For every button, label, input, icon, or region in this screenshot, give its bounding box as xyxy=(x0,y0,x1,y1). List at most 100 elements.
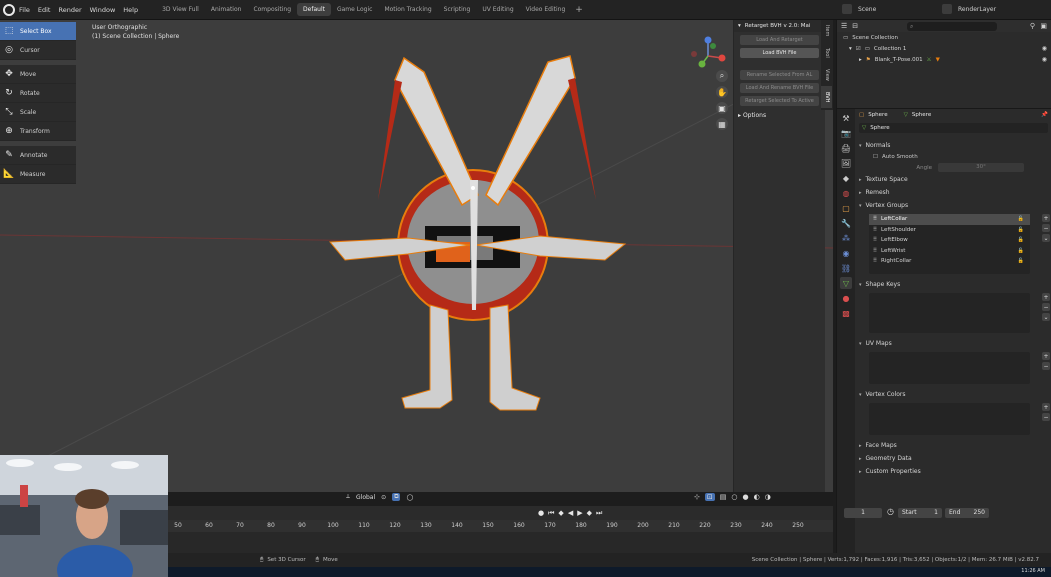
display-mode-icon[interactable]: ⊟ xyxy=(852,22,858,30)
tab-scripting[interactable]: Scripting xyxy=(438,3,477,16)
outliner-row[interactable]: ▭ Scene Collection xyxy=(837,32,1051,43)
end-frame-field[interactable]: End 250 xyxy=(945,508,989,518)
checkbox-icon[interactable]: ☐ xyxy=(873,154,878,160)
blender-logo-icon[interactable] xyxy=(3,3,15,16)
retarget-selected-button[interactable]: Retarget Selected To Active xyxy=(740,96,819,106)
tool-scale[interactable]: ⤡ Scale xyxy=(0,103,76,122)
menu-file[interactable]: File xyxy=(19,6,30,14)
remove-icon[interactable]: − xyxy=(1042,303,1050,311)
view-layer-tab-icon[interactable]: 🖼 xyxy=(840,157,852,169)
pivot-icon[interactable]: ⊙ xyxy=(381,494,386,501)
tool-annotate[interactable]: ✎ Annotate xyxy=(0,146,76,165)
rename-selected-button[interactable]: Rename Selected From AL xyxy=(740,70,819,80)
add-workspace-icon[interactable]: + xyxy=(571,5,587,15)
texture-space-section[interactable]: ▸ Texture Space xyxy=(855,173,1051,186)
material-shading-icon[interactable]: ◐ xyxy=(754,493,760,501)
bone-left-leg[interactable] xyxy=(401,304,453,409)
3d-cursor-icon[interactable] xyxy=(471,186,475,190)
clock-icon[interactable]: ◷ xyxy=(887,507,894,516)
scene-name[interactable]: Scene xyxy=(858,6,876,13)
chevron-down-icon[interactable]: ⌄ xyxy=(1042,313,1050,321)
tab-motion-tracking[interactable]: Motion Tracking xyxy=(378,3,437,16)
mesh-data-tab-icon[interactable]: ▽ xyxy=(840,277,852,289)
remove-icon[interactable]: − xyxy=(1042,224,1050,232)
angle-field[interactable]: 30° xyxy=(938,163,1024,172)
solid-shading-icon[interactable]: ● xyxy=(742,493,748,501)
scene-selector[interactable]: Scene xyxy=(842,4,876,14)
particles-tab-icon[interactable]: ⁂ xyxy=(840,232,852,244)
jump-start-icon[interactable]: ⏮ xyxy=(548,509,554,518)
visibility-eye-icon[interactable]: ◉ xyxy=(1042,45,1047,52)
material-tab-icon[interactable]: ● xyxy=(840,292,852,304)
viewport-scene[interactable] xyxy=(0,20,833,492)
new-collection-icon[interactable]: ▣ xyxy=(1040,22,1047,30)
bone-right-leg[interactable] xyxy=(489,304,541,411)
lock-icon[interactable]: 🔓 xyxy=(1018,216,1024,222)
mesh-datablock-field[interactable]: ▽ Sphere xyxy=(859,123,1048,133)
tab-game-logic[interactable]: Game Logic xyxy=(331,3,378,16)
tool-rotate[interactable]: ↻ Rotate xyxy=(0,84,76,103)
mesh-datablock-name[interactable]: Sphere xyxy=(870,125,889,131)
view-layer-name[interactable]: RenderLayer xyxy=(958,6,996,13)
auto-smooth-checkbox[interactable]: ☐ Auto Smooth xyxy=(855,152,1051,162)
zoom-icon[interactable]: ⌕ xyxy=(716,70,728,82)
vertex-colors-section[interactable]: ▾ Vertex Colors xyxy=(855,388,1051,401)
play-reverse-icon[interactable]: ◀ xyxy=(568,509,573,518)
timeline[interactable]: 50 60 70 80 90 100 110 120 130 140 150 160 170 180 190… xyxy=(168,520,833,553)
outliner-row[interactable]: ▾ ☑ ▭ Collection 1 ◉ xyxy=(837,43,1051,54)
menu-help[interactable]: Help xyxy=(123,6,138,14)
load-and-rename-button[interactable]: Load And Rename BVH File xyxy=(740,83,819,93)
normals-section[interactable]: ▾ Normals xyxy=(855,139,1051,152)
face-maps-section[interactable]: ▸ Face Maps xyxy=(855,439,1051,452)
3d-viewport[interactable]: User Orthographic (1) Scene Collection |… xyxy=(0,20,833,492)
add-icon[interactable]: + xyxy=(1042,293,1050,301)
tab-default[interactable]: Default xyxy=(297,3,331,16)
outliner-row[interactable]: ▸ ⚑ Blank_T-Pose.001 ⚔ ▼ ◉ xyxy=(837,54,1051,65)
tab-bvh[interactable]: BVH xyxy=(821,86,832,108)
play-icon[interactable]: ▶ xyxy=(577,509,582,518)
shape-keys-section[interactable]: ▾ Shape Keys xyxy=(855,278,1051,291)
lock-icon[interactable]: 🔓 xyxy=(1018,258,1024,264)
tab-compositing[interactable]: Compositing xyxy=(247,3,297,16)
add-icon[interactable]: + xyxy=(1042,352,1050,360)
pin-icon[interactable]: 📌 xyxy=(1041,112,1048,118)
start-frame-field[interactable]: Start 1 xyxy=(898,508,942,518)
list-item[interactable]: ⠿ LeftWrist 🔓 xyxy=(869,246,1030,257)
uv-maps-section[interactable]: ▾ UV Maps xyxy=(855,337,1051,350)
menu-edit[interactable]: Edit xyxy=(38,6,51,14)
custom-properties-section[interactable]: ▸ Custom Properties xyxy=(855,465,1051,478)
constraints-tab-icon[interactable]: ⛓ xyxy=(840,262,852,274)
list-item[interactable]: ⠿ LeftElbow 🔓 xyxy=(869,235,1030,246)
transform-orientation[interactable]: Global xyxy=(356,494,375,501)
ortho-grid-icon[interactable]: ▦ xyxy=(716,118,728,130)
list-item[interactable]: ⠿ LeftShoulder 🔓 xyxy=(869,225,1030,236)
tab-item[interactable]: Item xyxy=(821,20,832,42)
tool-select-box[interactable]: ⬚ Select Box xyxy=(0,22,76,41)
tool-transform[interactable]: ⊕ Transform xyxy=(0,122,76,141)
output-tab-icon[interactable]: 🖨 xyxy=(840,142,852,154)
load-and-retarget-button[interactable]: Load And Retarget xyxy=(740,35,819,45)
pan-hand-icon[interactable]: ✋ xyxy=(716,86,728,98)
tool-measure[interactable]: 📐 Measure xyxy=(0,165,76,184)
tool-cursor[interactable]: ◎ Cursor xyxy=(0,41,76,60)
addon-panel-header[interactable]: ▾ Retarget BVH v 2.0: Mai xyxy=(734,20,825,32)
tab-view[interactable]: View xyxy=(821,64,832,86)
wireframe-shading-icon[interactable]: ○ xyxy=(731,493,737,501)
prev-keyframe-icon[interactable]: ◆ xyxy=(558,509,563,518)
tab-animation[interactable]: Animation xyxy=(205,3,248,16)
overlay-toggle-icon[interactable]: ⊡ xyxy=(704,493,715,501)
bone-right-ear[interactable] xyxy=(485,55,576,207)
timeline-ruler[interactable]: 50 60 70 80 90 100 110 120 130 140 150 160 170 180 190… xyxy=(168,520,833,532)
current-frame-field[interactable]: 1 xyxy=(844,508,882,518)
add-icon[interactable]: + xyxy=(1042,403,1050,411)
tab-uv-editing[interactable]: UV Editing xyxy=(476,3,519,16)
lock-icon[interactable]: 🔓 xyxy=(1018,248,1024,254)
visibility-eye-icon[interactable]: ◉ xyxy=(1042,56,1047,63)
add-icon[interactable]: + xyxy=(1042,214,1050,222)
navigation-gizmo[interactable] xyxy=(688,34,728,74)
remesh-section[interactable]: ▸ Remesh xyxy=(855,186,1051,199)
physics-tab-icon[interactable]: ◉ xyxy=(840,247,852,259)
texture-tab-icon[interactable]: ▩ xyxy=(840,307,852,319)
remove-icon[interactable]: − xyxy=(1042,413,1050,421)
lock-icon[interactable]: 🔓 xyxy=(1018,237,1024,243)
